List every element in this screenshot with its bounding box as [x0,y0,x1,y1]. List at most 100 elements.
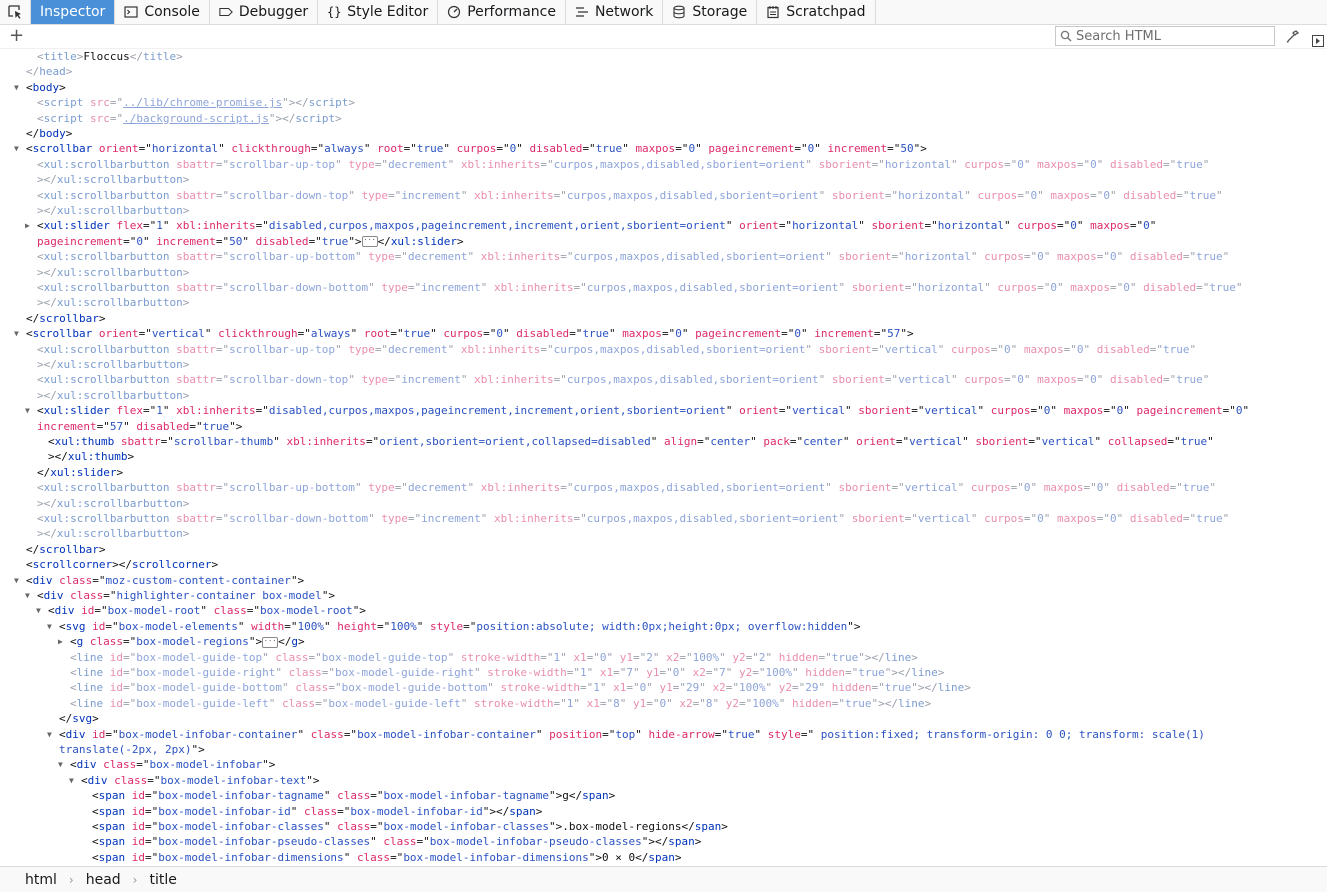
text-node[interactable]: Floccus [83,50,129,63]
attr-value[interactable]: vertical [792,404,845,417]
markup-node-line[interactable]: ></xul:scrollbarbutton> [37,496,189,511]
attr-name[interactable]: xbl:inherits [494,512,573,525]
markup-node-line[interactable]: <xul:scrollbarbutton sbattr="scrollbar-u… [37,480,1216,495]
attr-name[interactable]: id [132,789,145,802]
attr-name[interactable]: maxpos [1064,404,1104,417]
attr-name[interactable]: disabled [1117,481,1170,494]
attr-name[interactable]: curpos [971,481,1011,494]
tag-name[interactable]: line [77,697,104,710]
attr-value[interactable]: 1 [593,681,600,694]
attr-value[interactable]: horizontal [152,142,218,155]
attr-value[interactable]: curpos,maxpos,disabled,sborient=orient [587,512,839,525]
markup-node-line[interactable]: <scrollbar orient="vertical" clickthroug… [26,326,914,341]
attr-value[interactable]: 50 [229,235,242,248]
attr-name[interactable]: type [362,373,389,386]
attr-name[interactable]: hide-arrow [648,728,714,741]
attr-name[interactable]: sbattr [176,189,216,202]
attr-name[interactable]: disabled [136,420,189,433]
attr-value[interactable]: scrollbar-down-bottom [229,281,368,294]
attr-name[interactable]: sborient [852,512,905,525]
markup-node-line[interactable]: <div class="highlighter-container box-mo… [37,588,335,603]
attr-name[interactable]: pageincrement [708,142,794,155]
attr-value[interactable]: 0 [1017,373,1024,386]
tag-name[interactable]: line [938,681,965,694]
attr-value[interactable]: scrollbar-up-bottom [229,481,355,494]
attr-value[interactable]: box-model-infobar-classes [383,820,549,833]
attr-name[interactable]: id [110,651,123,664]
attr-value[interactable]: box-model-infobar-pseudo-classes [158,835,370,848]
attr-name[interactable]: class [295,681,328,694]
attr-name[interactable]: sborient [975,435,1028,448]
tag-name[interactable]: scrollbar [39,312,99,325]
attr-name[interactable]: orient [739,219,779,232]
tag-name[interactable]: script [309,96,349,109]
attr-name[interactable]: maxpos [622,327,662,340]
attr-value[interactable]: 50 [900,142,913,155]
tag-name[interactable]: g [291,635,298,648]
expand-twisty-open-icon[interactable]: ▼ [14,83,19,92]
attr-name[interactable]: curpos [978,189,1018,202]
attr-name[interactable]: disabled [256,235,309,248]
attr-value[interactable]: top [615,728,635,741]
attr-value[interactable]: decrement [408,250,468,263]
markup-node-line[interactable]: ></xul:scrollbarbutton> [37,388,189,403]
attr-name[interactable]: class [289,666,322,679]
attr-value[interactable]: decrement [388,158,448,171]
markup-node-line[interactable]: <div id="box-model-infobar-container" cl… [59,727,1205,742]
attr-name[interactable]: id [81,604,94,617]
tag-name[interactable]: xul:scrollbarbutton [44,281,170,294]
attr-value[interactable]: true [1209,281,1236,294]
element-picker-button[interactable] [0,0,31,24]
tag-name[interactable]: span [99,820,126,833]
tag-name[interactable]: div [88,774,108,787]
markup-node-line[interactable]: ></xul:scrollbarbutton> [37,265,189,280]
tag-name[interactable]: title [44,50,77,63]
attr-value[interactable]: 0 [1110,512,1117,525]
attr-name[interactable]: stroke-width [501,681,580,694]
attr-value[interactable]: curpos,maxpos,disabled,sborient=orient [587,281,839,294]
tag-name[interactable]: script [44,96,84,109]
attr-value[interactable]: true [417,142,444,155]
expand-twisty-open-icon[interactable]: ▼ [36,606,41,615]
attr-name[interactable]: id [132,835,145,848]
attr-value[interactable]: position:absolute; width:0px;height:0px;… [476,620,847,633]
tag-name[interactable]: head [39,65,66,78]
attr-value[interactable]: 0 [1090,373,1097,386]
attr-name[interactable]: disabled [1110,373,1163,386]
attr-value[interactable]: 0 [675,327,682,340]
attr-name[interactable]: x2 [713,681,726,694]
expand-twisty-open-icon[interactable]: ▼ [69,776,74,785]
attr-value[interactable]: curpos,maxpos,disabled,sborient=orient [567,189,819,202]
attr-name[interactable]: class [282,697,315,710]
expand-twisty-open-icon[interactable]: ▼ [14,329,19,338]
attr-value[interactable]: true [1176,373,1203,386]
attr-value[interactable]: 100% [693,651,720,664]
markup-node-line[interactable]: <line id="box-model-guide-left" class="b… [70,696,931,711]
attr-value[interactable]: true [404,327,431,340]
attr-value[interactable]: orient,sborient=orient,collapsed=disable… [379,435,651,448]
attr-name[interactable]: maxpos [1024,343,1064,356]
attr-name[interactable]: hidden [805,666,845,679]
text-node[interactable]: g [562,789,569,802]
attr-value[interactable]: box-model-infobar-container [357,728,536,741]
attr-name[interactable]: y1 [620,651,633,664]
attr-value[interactable]: box-model-infobar-classes [158,820,324,833]
tag-name[interactable]: line [885,651,912,664]
markup-node-line[interactable]: <scrollbar orient="horizontal" clickthro… [26,141,927,156]
attr-value[interactable]: 57 [887,327,900,340]
expand-twisty-open-icon[interactable]: ▼ [47,730,52,739]
tab-inspector[interactable]: Inspector [31,0,116,24]
attr-name[interactable]: x1 [600,666,613,679]
markup-node-line[interactable]: <xul:scrollbarbutton sbattr="scrollbar-u… [37,342,1196,357]
attr-name[interactable]: x2 [693,666,706,679]
markup-node-line[interactable]: <xul:scrollbarbutton sbattr="scrollbar-d… [37,372,1209,387]
attr-name[interactable]: disabled [516,327,569,340]
attr-name[interactable]: disabled [529,142,582,155]
tag-name[interactable]: scrollbar [33,142,93,155]
attr-value[interactable]: box-model-infobar [150,758,263,771]
markup-node-line[interactable]: <title>Floccus</title> [37,49,183,64]
attr-value[interactable]: ../lib/chrome-promise.js [123,96,282,109]
tag-name[interactable]: scrollbar [33,327,93,340]
attr-name[interactable]: sborient [819,343,872,356]
tag-name[interactable]: xul:scrollbarbutton [44,373,170,386]
